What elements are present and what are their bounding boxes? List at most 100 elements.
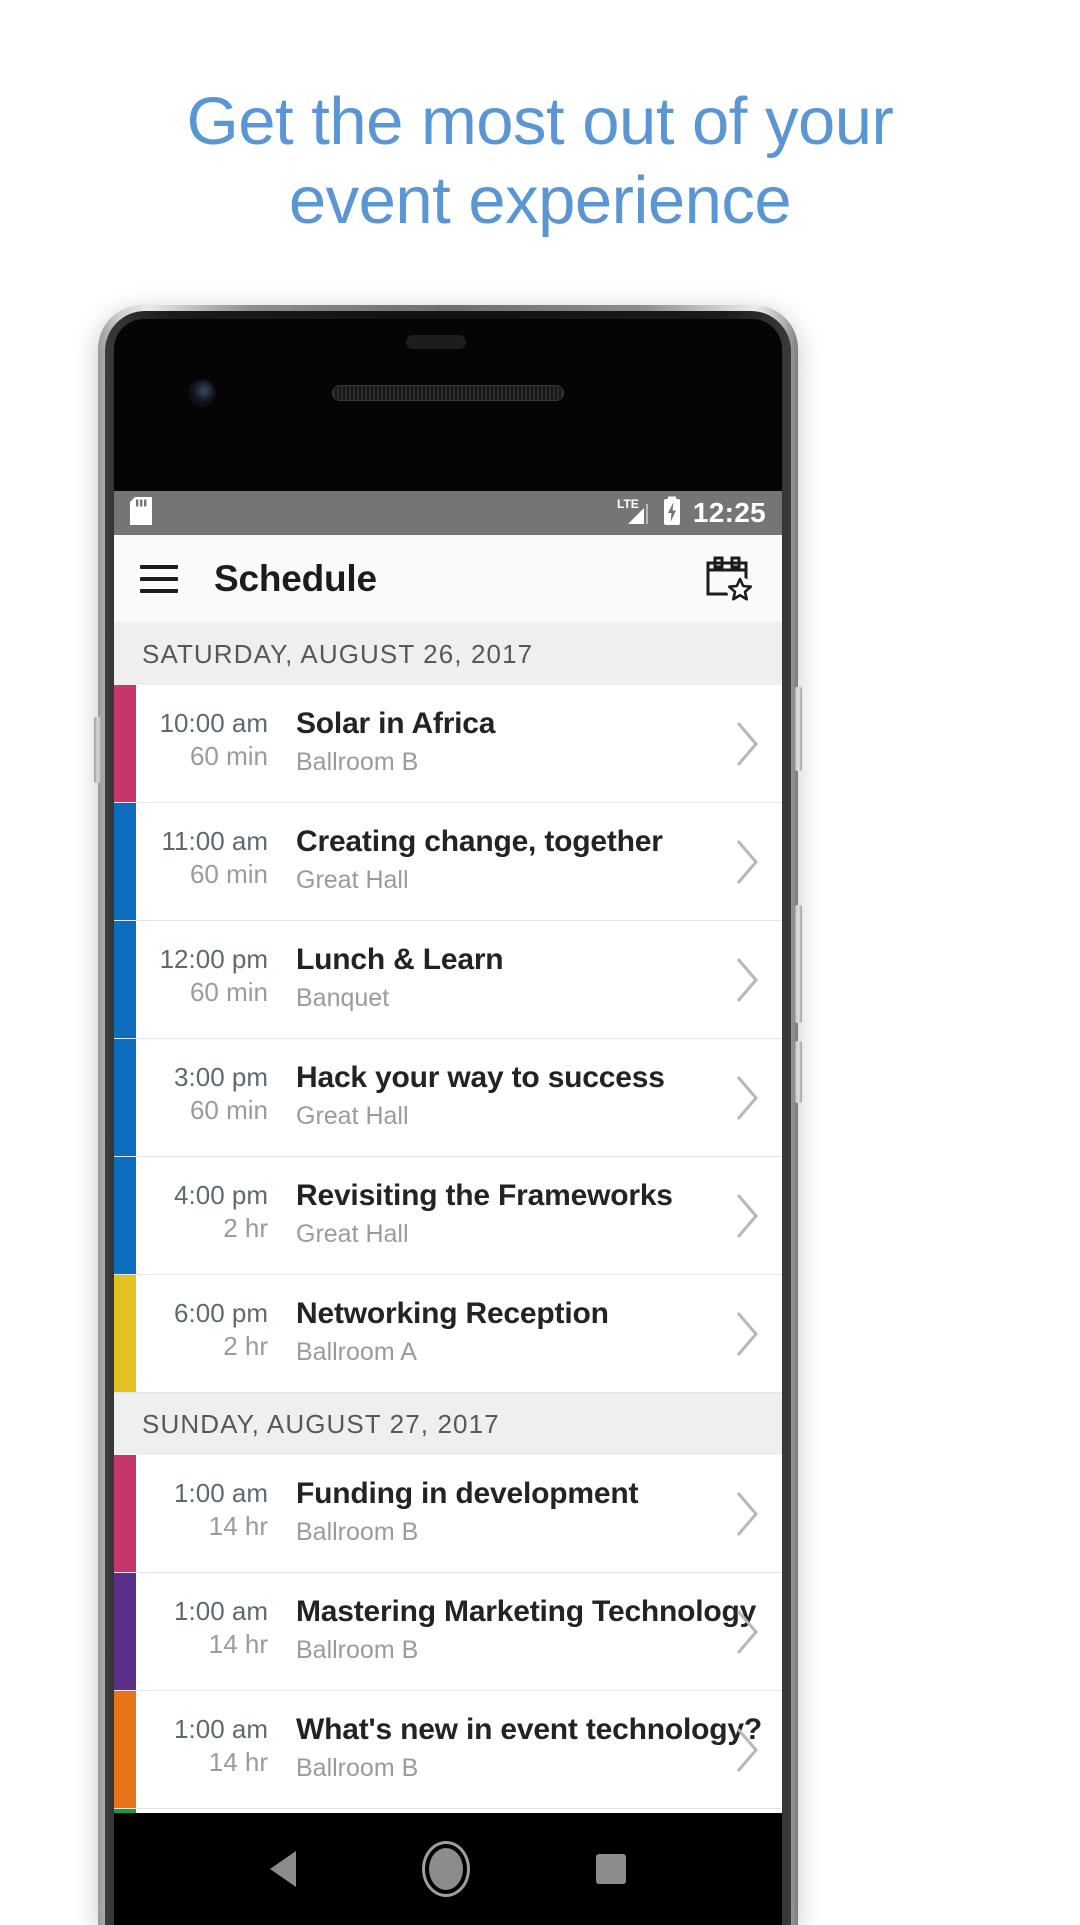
session-location: Great Hall	[296, 1219, 409, 1248]
schedule-list[interactable]: SATURDAY, AUGUST 26, 2017 10:00 am 60 min S…	[114, 623, 782, 1813]
session-title: Revisiting the Frameworks	[296, 1179, 673, 1212]
session-title: Creating change, together	[296, 825, 663, 858]
session-time-block: 1:00 am 14 hr	[136, 1455, 282, 1572]
phone-screen-area: LTE 12:25 Schedule SATURDAY, AUGUST 26, …	[114, 319, 782, 1925]
session-start-time: 12:00 pm	[159, 944, 268, 974]
session-title: Hack your way to success	[296, 1061, 665, 1094]
chevron-right-icon[interactable]	[712, 1039, 782, 1156]
chevron-right-icon[interactable]	[712, 1157, 782, 1274]
session-color-bar	[114, 1573, 136, 1690]
session-title: Funding in development	[296, 1477, 639, 1510]
session-info: Creating change, together Great Hall	[282, 803, 712, 920]
session-duration: 60 min	[189, 977, 268, 1008]
schedule-row[interactable]: 1:00 am 14 hr What's new in event technolo…	[114, 1691, 782, 1809]
session-color-bar	[114, 921, 136, 1038]
chevron-right-icon[interactable]	[712, 1455, 782, 1572]
session-start-time: 6:00 pm	[174, 1298, 268, 1328]
session-time-block: 3:00 pm 60 min	[136, 1039, 282, 1156]
power-button[interactable]	[795, 687, 802, 771]
session-info: Solar in Africa Ballroom B	[282, 685, 712, 802]
schedule-row[interactable]: 11:00 am 60 min Creating change, together G…	[114, 803, 782, 921]
session-info: Mastering Marketing Technology Ballroom B	[282, 1573, 757, 1690]
session-location: Ballroom B	[296, 747, 419, 776]
schedule-row[interactable]: 1:00 am 14 hr Mastering Marketing Technolo…	[114, 1573, 782, 1691]
session-duration: 60 min	[189, 1095, 268, 1126]
schedule-row[interactable]: 12:00 pm 60 min Lunch & Learn Banquet	[114, 921, 782, 1039]
schedule-row[interactable]: 6:00 pm 2 hr Networking Reception Ballroom …	[114, 1275, 782, 1393]
session-info: Funding in development Ballroom B	[282, 1455, 712, 1572]
chevron-right-icon[interactable]	[712, 1275, 782, 1392]
session-color-bar	[114, 685, 136, 802]
session-title: Solar in Africa	[296, 707, 496, 740]
page-title: Schedule	[214, 557, 377, 599]
home-circle-icon[interactable]	[428, 1848, 463, 1890]
session-info: Revisiting the Frameworks Great Hall	[282, 1157, 712, 1274]
app-screen: LTE 12:25 Schedule SATURDAY, AUGUST 26, …	[114, 491, 782, 1813]
schedule-date-header: SATURDAY, AUGUST 26, 2017	[114, 623, 782, 685]
session-info: Networking Reception Ballroom A	[282, 1275, 712, 1392]
session-duration: 2 hr	[223, 1213, 268, 1244]
schedule-date-header: SUNDAY, AUGUST 27, 2017	[114, 1393, 782, 1455]
session-start-time: 1:00 am	[174, 1596, 268, 1626]
hamburger-menu-icon[interactable]	[140, 564, 178, 593]
session-start-time: 4:00 pm	[174, 1180, 268, 1210]
session-info: Lunch & Learn Banquet	[282, 921, 712, 1038]
calendar-star-icon[interactable]	[702, 552, 756, 606]
schedule-row[interactable]: 1:00 am 14 hr Funding in development Ballro…	[114, 1455, 782, 1573]
session-location: Ballroom A	[296, 1337, 417, 1366]
session-time-block: 1:00 am 14 hr	[136, 1691, 282, 1808]
session-duration: 60 min	[189, 859, 268, 890]
session-location: Ballroom B	[296, 1753, 419, 1782]
session-time-block: 12:00 pm 60 min	[136, 921, 282, 1038]
session-color-bar	[114, 1275, 136, 1392]
session-color-bar	[114, 1455, 136, 1572]
chevron-right-icon[interactable]	[712, 1573, 782, 1690]
session-duration: 14 hr	[208, 1511, 268, 1542]
schedule-row[interactable]: 10:00 am 60 min Solar in Africa Ballroom B	[114, 685, 782, 803]
session-duration: 14 hr	[208, 1747, 268, 1778]
android-status-bar: LTE 12:25	[114, 491, 782, 535]
schedule-row[interactable]: 3:00 pm 60 min Hack your way to success Gre…	[114, 1039, 782, 1157]
session-color-bar	[114, 1039, 136, 1156]
chevron-right-icon[interactable]	[712, 803, 782, 920]
session-time-block: 6:00 pm 2 hr	[136, 1275, 282, 1392]
session-location: Great Hall	[296, 865, 409, 894]
session-time-block: 11:00 am 60 min	[136, 803, 282, 920]
chevron-right-icon[interactable]	[712, 685, 782, 802]
headline-line-1: Get the most out of your	[186, 84, 894, 159]
status-bar-clock: 12:25	[692, 497, 766, 528]
signal-bars-icon: LTE	[617, 496, 651, 531]
battery-charging-icon	[662, 496, 682, 531]
session-duration: 2 hr	[223, 1331, 268, 1362]
session-location: Great Hall	[296, 1101, 409, 1130]
session-location: Ballroom B	[296, 1517, 419, 1546]
top-sensor-notch	[406, 335, 466, 349]
left-side-button[interactable]	[94, 717, 101, 783]
back-triangle-icon[interactable]	[270, 1851, 297, 1887]
session-time-block: 4:00 pm 2 hr	[136, 1157, 282, 1274]
session-start-time: 10:00 am	[159, 708, 268, 738]
chevron-right-icon[interactable]	[712, 921, 782, 1038]
earpiece-speaker	[332, 385, 564, 401]
session-color-bar	[114, 803, 136, 920]
volume-up-button[interactable]	[795, 905, 802, 1023]
recents-square-icon[interactable]	[595, 1854, 626, 1884]
session-title: What's new in event technology?	[296, 1713, 762, 1746]
session-start-time: 3:00 pm	[174, 1062, 268, 1092]
session-time-block: 1:00 am 14 hr	[136, 1573, 282, 1690]
page-headline: Get the most out of your event experienc…	[0, 0, 1080, 240]
schedule-row[interactable]: 4:00 pm 2 hr Revisiting the Frameworks Grea…	[114, 1157, 782, 1275]
session-time-block: 10:00 am 60 min	[136, 685, 282, 802]
sd-card-icon	[130, 496, 152, 530]
headline-line-2: event experience	[288, 163, 792, 239]
session-title: Networking Reception	[296, 1297, 609, 1330]
session-location: Banquet	[296, 983, 390, 1012]
chevron-right-icon[interactable]	[712, 1691, 782, 1808]
app-toolbar: Schedule	[114, 535, 782, 623]
session-color-bar	[114, 1157, 136, 1274]
session-title: Mastering Marketing Technology	[296, 1595, 757, 1628]
session-duration: 14 hr	[208, 1629, 268, 1660]
session-info: Hack your way to success Great Hall	[282, 1039, 712, 1156]
front-camera-icon	[190, 381, 214, 405]
volume-down-button[interactable]	[795, 1041, 802, 1103]
